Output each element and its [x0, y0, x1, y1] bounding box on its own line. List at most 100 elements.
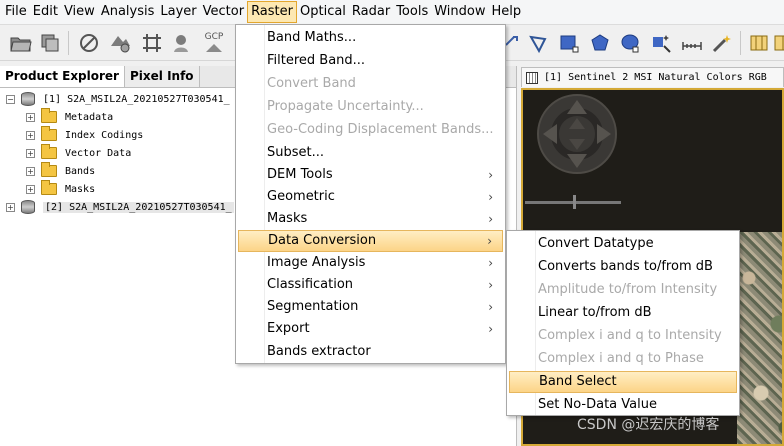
menu-item-export[interactable]: Export ›	[238, 318, 503, 340]
folder-icon	[41, 126, 57, 141]
node-label: Masks	[65, 183, 96, 195]
menu-item-image-analysis[interactable]: Image Analysis ›	[238, 252, 503, 274]
tree-node-bands[interactable]: + Bands	[26, 162, 95, 180]
menu-item-classification[interactable]: Classification ›	[238, 274, 503, 296]
watermark: CSDN @迟宏庆的博客	[577, 417, 720, 433]
menu-item-converts-bands-db[interactable]: Converts bands to/from dB	[509, 256, 737, 278]
menu-item-bands-extractor[interactable]: Bands extractor	[238, 341, 503, 363]
tree-node-metadata[interactable]: + Metadata	[26, 108, 113, 126]
gcp-manager-icon[interactable]: GCP	[200, 30, 228, 56]
no-data-overlay-icon[interactable]	[76, 30, 102, 56]
menu-layer[interactable]: Layer	[157, 1, 199, 23]
submenu-arrow-icon: ›	[487, 234, 492, 248]
menu-edit[interactable]: Edit	[30, 1, 61, 23]
menu-item-convert-datatype[interactable]: Convert Datatype	[509, 233, 737, 255]
menu-raster[interactable]: Raster	[247, 1, 297, 23]
menu-radar[interactable]: Radar	[349, 1, 393, 23]
tab-product-explorer[interactable]: Product Explorer	[0, 66, 125, 87]
menu-item-geometric[interactable]: Geometric ›	[238, 186, 503, 208]
tree-node-index-codings[interactable]: + Index Codings	[26, 126, 143, 144]
menu-help[interactable]: Help	[489, 1, 525, 23]
tile-horizontal-icon[interactable]	[770, 30, 784, 56]
range-finder-icon[interactable]	[679, 30, 705, 56]
menu-item-label: Converts bands to/from dB	[538, 259, 713, 274]
menu-item-label: Classification	[267, 277, 354, 292]
menu-item-label: Export	[267, 321, 310, 336]
tree-product-1[interactable]: − [1] S2A_MSIL2A_20210527T030541_	[6, 90, 230, 108]
menu-item-label: Image Analysis	[267, 255, 366, 270]
expand-icon[interactable]: +	[26, 130, 35, 140]
menu-item-label: Band Select	[539, 374, 617, 389]
menu-file[interactable]: File	[2, 1, 30, 23]
menu-item-data-conversion[interactable]: Data Conversion ›	[238, 230, 503, 252]
menu-item-label: Propagate Uncertainty...	[267, 99, 424, 114]
satellite-image	[737, 232, 782, 444]
image-view-icon	[526, 71, 538, 84]
pin-manager-icon[interactable]	[170, 30, 196, 56]
expand-icon[interactable]: +	[26, 112, 35, 122]
tree-node-vector-data[interactable]: + Vector Data	[26, 144, 131, 162]
menu-bar: File Edit View Analysis Layer Vector Ras…	[0, 0, 784, 25]
menu-item-label: Filtered Band...	[267, 53, 366, 68]
zoom-slider-handle[interactable]	[573, 195, 576, 209]
product-1-label: [1] S2A_MSIL2A_20210527T030541_	[43, 93, 230, 105]
tree-node-masks[interactable]: + Masks	[26, 180, 95, 198]
menu-item-label: Convert Band	[267, 76, 356, 91]
ellipse-tool-icon[interactable]	[617, 30, 643, 56]
submenu-arrow-icon: ›	[488, 322, 493, 336]
submenu-arrow-icon: ›	[488, 212, 493, 226]
menu-item-band-maths[interactable]: Band Maths...	[238, 27, 503, 49]
menu-item-linear-db[interactable]: Linear to/from dB	[509, 302, 737, 324]
tab-pixel-info[interactable]: Pixel Info	[124, 66, 200, 87]
menu-item-label: Linear to/from dB	[538, 305, 652, 320]
polyline-tool-icon[interactable]	[526, 30, 552, 56]
menu-item-label: Geo-Coding Displacement Bands...	[267, 122, 494, 137]
collapse-icon[interactable]: −	[6, 94, 15, 104]
tree-product-2[interactable]: + [2] S2A_MSIL2A_20210527T030541_	[6, 198, 234, 216]
menu-vector[interactable]: Vector	[200, 1, 247, 23]
save-product-icon[interactable]	[37, 30, 63, 56]
menu-item-geo-coding-displacement: Geo-Coding Displacement Bands...	[238, 119, 503, 141]
menu-window[interactable]: Window	[431, 1, 488, 23]
menu-tools[interactable]: Tools	[393, 1, 431, 23]
layer-manager-icon[interactable]	[107, 30, 133, 56]
menu-item-masks[interactable]: Masks ›	[238, 208, 503, 230]
submenu-arrow-icon: ›	[488, 278, 493, 292]
menu-item-label: Data Conversion	[268, 233, 377, 248]
toolbar-separator	[740, 31, 741, 55]
expand-icon[interactable]: +	[26, 166, 35, 176]
rectangle-tool-icon[interactable]	[556, 30, 582, 56]
raster-menu: Band Maths... Filtered Band... Convert B…	[235, 24, 506, 364]
menu-analysis[interactable]: Analysis	[98, 1, 158, 23]
magic-wand-select-icon[interactable]	[648, 30, 674, 56]
menu-item-segmentation[interactable]: Segmentation ›	[238, 296, 503, 318]
menu-optical[interactable]: Optical	[297, 1, 349, 23]
menu-item-subset[interactable]: Subset...	[238, 142, 503, 164]
menu-item-label: Convert Datatype	[538, 236, 654, 251]
node-label: Metadata	[65, 111, 114, 123]
polygon-tool-icon[interactable]	[587, 30, 613, 56]
tile-evenly-icon[interactable]	[746, 30, 772, 56]
open-product-icon[interactable]	[8, 30, 34, 56]
data-conversion-submenu: Convert Datatype Converts bands to/from …	[506, 230, 740, 416]
menu-view[interactable]: View	[61, 1, 98, 23]
menu-item-dem-tools[interactable]: DEM Tools ›	[238, 164, 503, 186]
submenu-arrow-icon: ›	[488, 168, 493, 182]
expand-icon[interactable]: +	[6, 202, 15, 212]
menu-item-label: Geometric	[267, 189, 335, 204]
magic-wand-icon[interactable]	[709, 30, 735, 56]
expand-icon[interactable]: +	[26, 148, 35, 158]
gcp-label: GCP	[204, 32, 224, 42]
image-view-tab[interactable]: [1] Sentinel 2 MSI Natural Colors RGB	[521, 67, 784, 87]
menu-item-label: Amplitude to/from Intensity	[538, 282, 718, 297]
menu-item-filtered-band[interactable]: Filtered Band...	[238, 50, 503, 72]
menu-item-band-select[interactable]: Band Select	[509, 371, 737, 393]
menu-item-set-no-data-value[interactable]: Set No-Data Value	[509, 394, 737, 416]
submenu-arrow-icon: ›	[488, 190, 493, 204]
menu-item-label: Set No-Data Value	[538, 397, 657, 412]
graticule-icon[interactable]	[139, 30, 165, 56]
product-2-label: [2] S2A_MSIL2A_20210527T030541_	[43, 201, 234, 213]
toolbar-separator	[68, 31, 69, 55]
expand-icon[interactable]: +	[26, 184, 35, 194]
navigation-control[interactable]	[537, 94, 617, 174]
